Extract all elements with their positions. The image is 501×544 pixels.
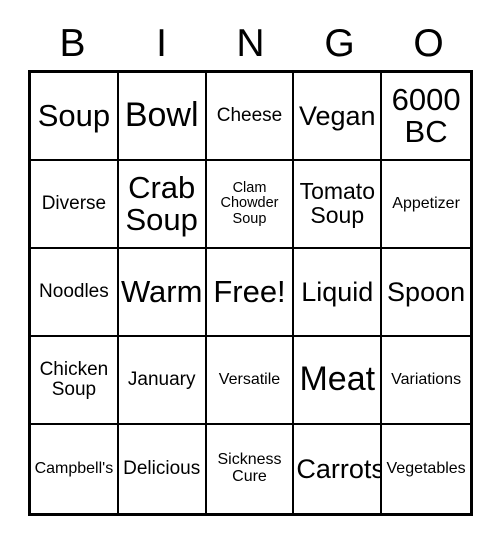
bingo-cell[interactable]: Clam Chowder Soup [206,161,295,249]
bingo-cell[interactable]: Noodles [31,249,119,337]
bingo-cell-label: Soup [37,97,111,133]
bingo-cell[interactable]: Campbell's [31,425,119,513]
bingo-cell[interactable]: Carrots [294,425,383,513]
bingo-cell-label: Sickness Cure [217,451,282,485]
bingo-grid: Soup Bowl Cheese Vegan 6000 BC Diverse C… [28,70,473,516]
bingo-cell[interactable]: Appetizer [382,161,470,249]
bingo-cell-label: Liquid [301,276,374,307]
bingo-cell[interactable]: Diverse [31,161,119,249]
bingo-cell-label: Carrots [296,453,383,484]
bingo-cell-label: Delicious [123,458,201,480]
bingo-cell-label: Appetizer [392,194,460,212]
bingo-cell[interactable]: 6000 BC [382,73,470,161]
bingo-cell[interactable]: Tomato Soup [294,161,383,249]
bingo-cell-label: January [127,369,196,391]
bingo-cell-label: Campbell's [34,459,114,477]
bingo-cell[interactable]: Warm [118,249,207,337]
bingo-cell-free[interactable]: Free! [206,249,295,337]
bingo-cell[interactable]: Bowl [118,73,207,161]
bingo-cell-label: 6000 BC [391,81,461,149]
bingo-cell[interactable]: Sickness Cure [206,425,295,513]
bingo-cell-label: Versatile [218,370,281,388]
bingo-cell[interactable]: Cheese [206,73,295,161]
bingo-cell-label: Cheese [216,105,283,127]
bingo-cell-label: Free! [213,273,286,309]
bingo-cell[interactable]: Delicious [118,425,207,513]
bingo-header-letter-i: I [156,21,167,65]
bingo-cell[interactable]: Liquid [294,249,383,337]
bingo-header-letter-o: O [413,21,444,65]
bingo-cell-label: Crab Soup [125,169,198,237]
bingo-cell-label: Tomato Soup [299,178,375,228]
bingo-cell-label: Meat [299,360,376,399]
bingo-cell[interactable]: Spoon [382,249,470,337]
bingo-cell-label: Clam Chowder Soup [220,180,279,227]
bingo-cell[interactable]: Crab Soup [118,161,207,249]
bingo-cell-label: Vegetables [386,459,466,477]
bingo-cell-label: Warm [120,273,203,309]
bingo-card: B I N G O Soup Bowl Cheese Vegan 6000 BC… [0,0,501,544]
bingo-cell[interactable]: Soup [31,73,119,161]
bingo-cell[interactable]: Chicken Soup [31,337,119,425]
bingo-header-letter-n: N [236,21,265,65]
bingo-header-letter-g: G [324,21,355,65]
bingo-cell[interactable]: Variations [382,337,470,425]
bingo-cell-label: Diverse [41,193,107,215]
bingo-cell-label: Chicken Soup [39,359,109,400]
bingo-cell[interactable]: Versatile [206,337,295,425]
bingo-cell-label: Noodles [39,281,109,303]
bingo-cell[interactable]: Vegetables [382,425,470,513]
bingo-cell-label: Vegan [298,100,376,131]
bingo-cell-label: Bowl [124,96,199,135]
bingo-header-letter-b: B [59,21,86,65]
bingo-cell[interactable]: Vegan [294,73,383,161]
bingo-cell[interactable]: Meat [294,337,383,425]
bingo-cell-label: Variations [391,370,462,388]
bingo-cell-label: Spoon [387,276,466,307]
bingo-cell[interactable]: January [118,337,207,425]
bingo-header-row: B I N G O [28,16,473,70]
